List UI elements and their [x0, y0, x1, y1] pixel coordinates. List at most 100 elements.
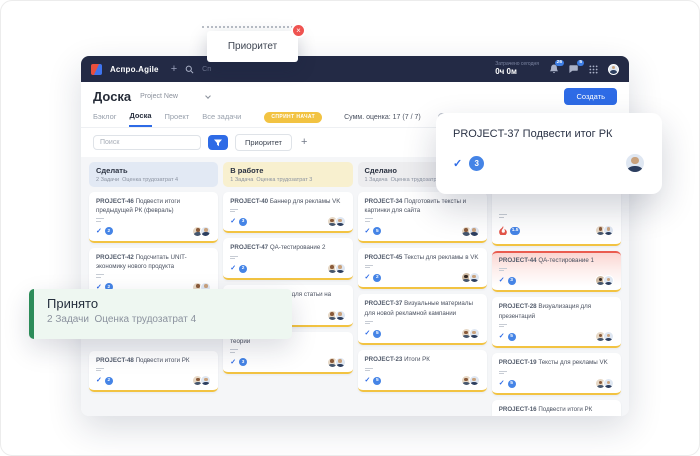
- assignee-avatars: [595, 275, 614, 287]
- bell-badge: 26: [554, 60, 564, 66]
- fire-icon: [498, 222, 507, 240]
- description-icon: [96, 274, 211, 278]
- board-column: Сделать 2 Задачи Оценка трудозатрат 4 PR…: [89, 162, 219, 397]
- assignee-avatars: [326, 216, 346, 228]
- check-icon: ✓: [96, 377, 102, 385]
- task-card[interactable]: PROJECT-48 Подвести итоги РК ✓ 2: [89, 350, 219, 393]
- count-badge: 2: [239, 264, 248, 273]
- tab-backlog[interactable]: Бэклог: [93, 108, 116, 126]
- task-title: PROJECT-47 QA-тестирование 2: [230, 243, 345, 252]
- description-icon: [96, 367, 211, 372]
- description-icon: [230, 255, 345, 260]
- board-column: ✓ 1.5 PROJECT-44 QA-тестирование 1 ✓ 3: [491, 162, 621, 416]
- search-icon[interactable]: [185, 65, 194, 74]
- task-title: PROJECT-48 Подвести итоги РК: [96, 356, 211, 365]
- add-icon[interactable]: +: [171, 63, 177, 75]
- tab-all-tasks[interactable]: Все задачи: [202, 108, 241, 126]
- apps-grid-icon[interactable]: [589, 64, 598, 74]
- task-title: PROJECT-37 Визуальные материалы для ново…: [365, 299, 480, 318]
- task-id: PROJECT-40: [230, 197, 269, 205]
- task-footer: ✓ 5: [365, 225, 480, 237]
- add-filter-button[interactable]: +: [299, 137, 309, 148]
- task-card[interactable]: PROJECT-19 Тексты для рекламы VK ✓ 5: [491, 353, 621, 396]
- task-card[interactable]: PROJECT-40 Баннер для рекламы VK ✓ 3: [223, 191, 353, 234]
- task-card[interactable]: PROJECT-45 Тексты для рекламы в VK ✓ 2: [357, 247, 487, 290]
- aspro-logo-icon: [91, 63, 102, 75]
- popover-column-title: Принято: [47, 296, 99, 311]
- column-title: Сделать: [96, 166, 128, 175]
- task-card[interactable]: PROJECT-46 Подвести итоги предыдущей РК …: [89, 191, 219, 243]
- popover-column-meta: 2 Задачи Оценка трудозатрат 4: [47, 314, 197, 325]
- description-icon: [230, 349, 345, 353]
- project-name: Project New: [140, 93, 178, 100]
- count-badge: 2: [104, 376, 113, 385]
- count-badge: 5: [507, 332, 516, 341]
- task-text: QA-тестирование 2: [269, 244, 326, 252]
- assignee-avatars: [460, 272, 480, 284]
- tab-project[interactable]: Проект: [165, 108, 190, 126]
- task-card[interactable]: ✓ 1.5: [491, 189, 621, 246]
- chevron-down-icon: [205, 92, 211, 99]
- count-badge: 3: [239, 358, 248, 367]
- assignee-avatars: [460, 328, 480, 340]
- task-title: PROJECT-42 Подсчитать UNIT-экономику нов…: [96, 253, 211, 272]
- column-header[interactable]: В работе 1 Задача Оценка трудозатрат 3: [223, 162, 353, 187]
- task-card-popover[interactable]: PROJECT-37 Подвести итог РК ✓ 3: [436, 113, 662, 194]
- description-icon: [498, 370, 614, 375]
- assignee-avatars: [326, 309, 346, 321]
- task-text: Тексты для рекламы в VK: [404, 253, 479, 261]
- search-input[interactable]: [93, 135, 201, 150]
- page-title: Доска: [93, 89, 132, 104]
- assignee-avatars: [460, 225, 480, 237]
- avatar: [200, 375, 212, 387]
- bell-icon[interactable]: 26: [549, 60, 564, 74]
- assignee-avatars: [192, 375, 212, 387]
- priority-popover-label: Приоритет: [227, 41, 278, 52]
- assignee-avatars: [192, 225, 212, 237]
- topbar-search-text[interactable]: Сп: [202, 66, 211, 73]
- accepted-column-popover: Принято 2 Задачи Оценка трудозатрат 4: [29, 289, 292, 339]
- check-icon: ✓: [96, 227, 102, 235]
- task-card[interactable]: PROJECT-16 Подвести итоги РК ✓: [491, 400, 621, 416]
- task-card[interactable]: PROJECT-37 Визуальные материалы для ново…: [357, 294, 487, 346]
- time-tracker[interactable]: Затрачено сегодня 0ч 0м: [495, 61, 539, 77]
- count-badge: 5: [373, 376, 382, 385]
- avatar: [468, 272, 480, 284]
- task-footer: ✓ 3: [230, 216, 346, 228]
- task-card[interactable]: PROJECT-23 Итоги РК ✓ 5: [357, 350, 487, 393]
- task-card[interactable]: PROJECT-44 QA-тестирование 1 ✓ 3: [491, 250, 621, 293]
- task-card[interactable]: PROJECT-47 QA-тестирование 2 ✓ 2: [223, 238, 353, 281]
- close-icon[interactable]: ×: [291, 23, 306, 38]
- create-button[interactable]: Создать: [564, 88, 617, 105]
- task-footer: ✓ 3: [230, 356, 346, 368]
- column-header[interactable]: Сделать 2 Задачи Оценка трудозатрат 4: [89, 162, 219, 187]
- count-badge: 3: [507, 276, 516, 285]
- task-id: PROJECT-46: [96, 197, 134, 205]
- tab-board[interactable]: Доска: [129, 107, 152, 127]
- check-icon: ✓: [498, 380, 505, 388]
- task-text: Баннер для рекламы VK: [269, 197, 341, 205]
- avatar: [468, 328, 480, 340]
- task-title: PROJECT-44 QA-тестирование 1: [499, 256, 614, 265]
- filter-funnel-button[interactable]: [208, 135, 228, 150]
- task-title: PROJECT-19 Тексты для рекламы VK: [499, 358, 614, 367]
- board-columns: Сделать 2 Задачи Оценка трудозатрат 4 PR…: [81, 157, 629, 416]
- project-selector[interactable]: Project New: [140, 92, 211, 100]
- avatar: [468, 225, 480, 237]
- task-card[interactable]: PROJECT-34 Подготовить тексты и картинки…: [357, 191, 487, 243]
- avatar: [625, 153, 645, 173]
- chat-badge: 5: [577, 60, 584, 66]
- column-meta: 2 Задачи Оценка трудозатрат 4: [96, 176, 179, 183]
- task-card[interactable]: PROJECT-28 Визуализация для презентаций …: [491, 297, 621, 349]
- priority-filter-chip[interactable]: Приоритет: [235, 134, 292, 151]
- task-id: PROJECT-42: [96, 253, 134, 261]
- avatar: [468, 375, 480, 387]
- task-title: PROJECT-45 Тексты для рекламы в VK: [365, 253, 480, 262]
- user-avatar[interactable]: [608, 63, 619, 75]
- task-footer: ✓ 2: [230, 263, 346, 275]
- funnel-icon: [214, 139, 222, 146]
- check-icon: ✓: [364, 274, 371, 282]
- task-title: PROJECT-23 Итоги РК: [365, 355, 480, 364]
- chat-icon[interactable]: 5: [569, 60, 584, 74]
- popover-task-title: PROJECT-37 Подвести итог РК: [453, 128, 613, 140]
